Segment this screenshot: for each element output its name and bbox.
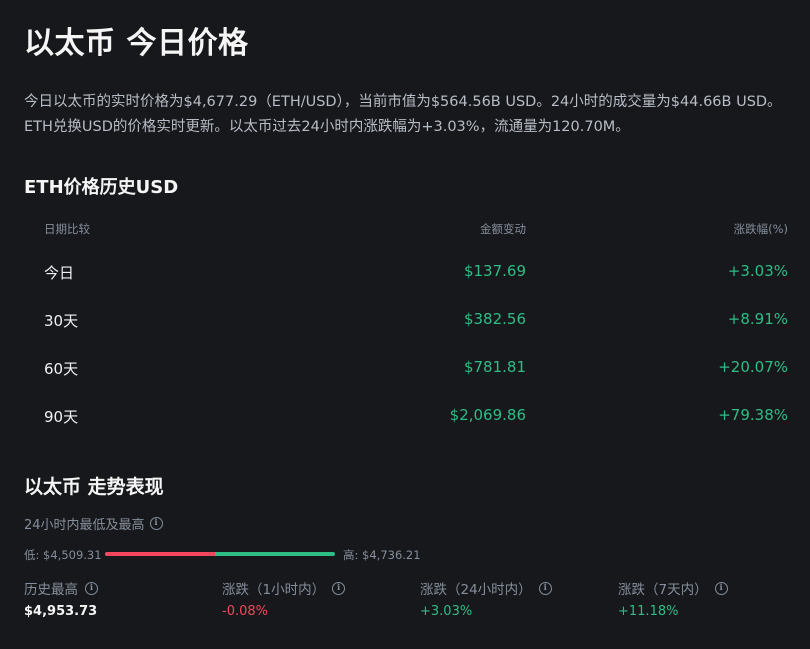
table-row: 30天 $382.56 +8.91% bbox=[24, 288, 790, 336]
info-icon[interactable]: i bbox=[85, 581, 98, 595]
stat-change-24h: 涨跌（24小时内） i +3.03% bbox=[420, 578, 552, 619]
info-icon[interactable]: i bbox=[714, 581, 728, 595]
stat-all-time-high: 历史最高 i $4,953.73 bbox=[24, 578, 98, 619]
row-change: +20.07% bbox=[718, 358, 788, 376]
history-section-title: ETH价格历史USD bbox=[24, 177, 179, 198]
stat-value: +3.03% bbox=[420, 604, 473, 619]
info-icon[interactable]: i bbox=[332, 581, 346, 595]
stat-value: $4,953.73 bbox=[24, 604, 98, 619]
info-icon[interactable]: i bbox=[538, 581, 552, 595]
range-caption-text: 24小时内最低及最高 bbox=[24, 518, 145, 533]
stat-value: +11.18% bbox=[618, 604, 679, 619]
history-table-header: 日期比较 金额变动 涨跌幅(%) bbox=[24, 218, 790, 240]
row-period: 60天 bbox=[44, 360, 79, 378]
stat-change-1h: 涨跌（1小时内） i -0.08% bbox=[222, 578, 346, 619]
page-title: 以太币 今日价格 bbox=[24, 26, 249, 61]
performance-section-title: 以太币 走势表现 bbox=[24, 476, 164, 498]
header-period: 日期比较 bbox=[44, 222, 90, 236]
range-bar bbox=[105, 552, 335, 556]
stat-label: 涨跌（7天内） i bbox=[618, 578, 728, 598]
range-bar-fill bbox=[105, 552, 216, 556]
stat-label-text: 历史最高 bbox=[24, 582, 78, 598]
table-row: 60天 $781.81 +20.07% bbox=[24, 336, 790, 384]
stat-value: -0.08% bbox=[222, 604, 268, 619]
row-amount: $382.56 bbox=[463, 310, 526, 328]
price-history-table: 日期比较 金额变动 涨跌幅(%) 今日 $137.69 +3.03% 30天 $… bbox=[24, 218, 790, 432]
table-row: 今日 $137.69 +3.03% bbox=[24, 240, 790, 288]
stat-label: 涨跌（1小时内） i bbox=[222, 578, 346, 598]
range-high-label: 高: $4,736.21 bbox=[343, 548, 421, 562]
stat-label-text: 涨跌（24小时内） bbox=[420, 582, 532, 598]
info-icon[interactable]: i bbox=[149, 517, 163, 530]
row-amount: $137.69 bbox=[463, 262, 526, 280]
stat-label: 历史最高 i bbox=[24, 578, 98, 598]
stat-label: 涨跌（24小时内） i bbox=[420, 578, 552, 598]
stat-change-7d: 涨跌（7天内） i +11.18% bbox=[618, 578, 728, 619]
row-period: 今日 bbox=[44, 264, 75, 282]
row-change: +8.91% bbox=[727, 310, 788, 328]
row-period: 30天 bbox=[44, 312, 79, 330]
range-caption: 24小时内最低及最高 i bbox=[24, 514, 163, 533]
stat-label-text: 涨跌（7天内） bbox=[618, 582, 708, 598]
header-change: 涨跌幅(%) bbox=[733, 222, 788, 236]
day-range: 低: $4,509.31 高: $4,736.21 bbox=[24, 545, 524, 563]
row-period: 90天 bbox=[44, 408, 79, 426]
row-change: +79.38% bbox=[718, 406, 788, 424]
table-row: 90天 $2,069.86 +79.38% bbox=[24, 384, 790, 432]
header-amount: 金额变动 bbox=[480, 222, 526, 236]
stat-label-text: 涨跌（1小时内） bbox=[222, 582, 326, 598]
row-change: +3.03% bbox=[727, 262, 788, 280]
row-amount: $781.81 bbox=[463, 358, 526, 376]
price-description: 今日以太币的实时价格为$4,677.29（ETH/USD），当前市值为$564.… bbox=[24, 94, 782, 135]
row-amount: $2,069.86 bbox=[449, 406, 526, 424]
range-low-label: 低: $4,509.31 bbox=[24, 548, 102, 562]
